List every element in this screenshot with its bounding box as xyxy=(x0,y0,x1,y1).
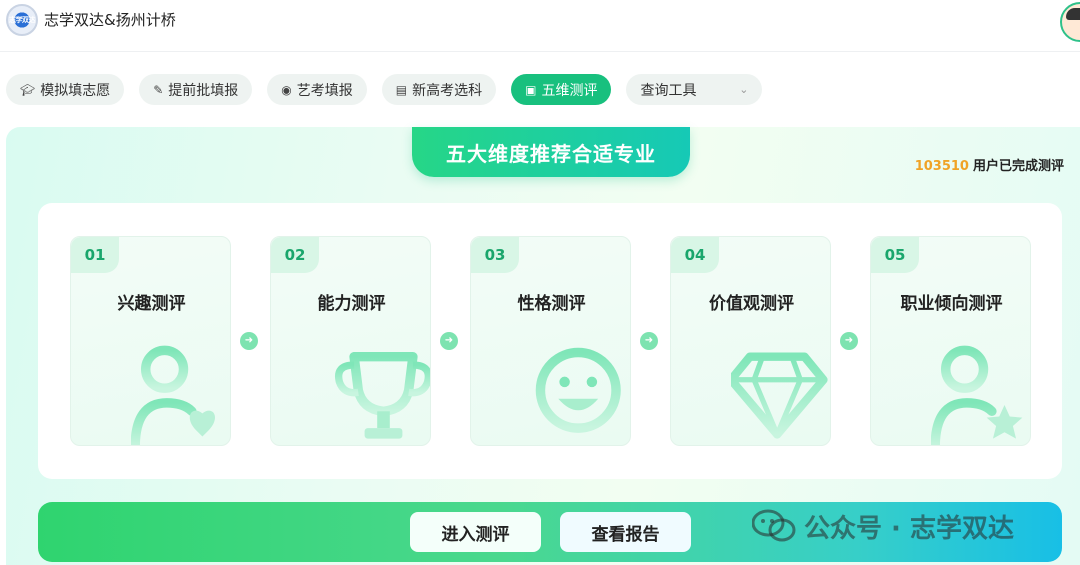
card-number: 01 xyxy=(71,237,119,273)
trophy-icon xyxy=(335,351,430,439)
arrow-right-icon: ➜ xyxy=(440,332,458,350)
completed-count: 103510 用户已完成测评 xyxy=(915,155,1064,174)
app-header: 志学双达 志学双达&扬州计桥 xyxy=(0,0,1080,52)
bookmark-icon: ▣ xyxy=(525,82,537,97)
watermark: 公众号 · 志学双达 xyxy=(752,506,1014,546)
cards-container: 01 兴趣测评 ➜ 02 能力测评 ➜ 03 性格测评 ➜ 04 价值观测评 ➜… xyxy=(38,203,1062,479)
nav-tabs: 🎓︎ 模拟填志愿 ✎ 提前批填报 ◉ 艺考填报 ▤ 新高考选科 ▣ 五维测评 查… xyxy=(6,74,763,105)
completed-number: 103510 xyxy=(914,159,969,174)
checklist-icon: ▤ xyxy=(395,82,408,97)
card-number: 04 xyxy=(671,237,719,273)
banner-title: 五大维度推荐合适专业 xyxy=(412,127,690,177)
action-bar: 进入测评 查看报告 公众号 · 志学双达 xyxy=(38,502,1062,562)
completed-text: 用户已完成测评 xyxy=(972,159,1064,174)
tab-label: 新高考选科 xyxy=(412,82,483,99)
view-report-button[interactable]: 查看报告 xyxy=(560,512,691,552)
card-number: 03 xyxy=(471,237,519,273)
tab-mock-application[interactable]: 🎓︎ 模拟填志愿 xyxy=(6,74,125,105)
arrow-right-icon: ➜ xyxy=(240,332,258,350)
tab-label: 模拟填志愿 xyxy=(40,82,111,99)
smiley-face-icon xyxy=(535,347,621,433)
card-label: 性格测评 xyxy=(517,294,586,314)
card-ability[interactable]: 02 能力测评 xyxy=(270,236,431,446)
tab-label: 艺考填报 xyxy=(296,82,353,99)
tab-early-batch[interactable]: ✎ 提前批填报 xyxy=(139,74,253,105)
tab-five-dimension[interactable]: ▣ 五维测评 xyxy=(511,74,612,105)
tab-subject-selection[interactable]: ▤ 新高考选科 xyxy=(381,74,497,105)
avatar[interactable] xyxy=(1060,2,1080,42)
arrow-right-icon: ➜ xyxy=(840,332,858,350)
tab-label: 查询工具 xyxy=(640,82,697,99)
enter-assessment-button[interactable]: 进入测评 xyxy=(410,512,541,552)
card-personality[interactable]: 03 性格测评 xyxy=(470,236,631,446)
chevron-down-icon: ⌄ xyxy=(739,83,749,96)
card-label: 兴趣测评 xyxy=(117,294,186,314)
tab-label: 提前批填报 xyxy=(168,82,239,99)
card-interest[interactable]: 01 兴趣测评 xyxy=(70,236,231,446)
card-label: 价值观测评 xyxy=(709,294,794,314)
tab-label: 五维测评 xyxy=(541,82,598,99)
card-label: 能力测评 xyxy=(317,294,386,314)
diamond-icon xyxy=(731,352,828,439)
app-title: 志学双达&扬州计桥 xyxy=(44,11,176,29)
user-star-icon xyxy=(931,345,1023,445)
card-number: 02 xyxy=(271,237,319,273)
card-number: 05 xyxy=(871,237,919,273)
tab-art-exam[interactable]: ◉ 艺考填报 xyxy=(267,74,367,105)
graduation-cap-icon: 🎓︎ xyxy=(20,82,36,97)
card-label: 职业倾向测评 xyxy=(900,294,1003,314)
logo-text: 志学双达 xyxy=(9,16,36,24)
card-career[interactable]: 05 职业倾向测评 xyxy=(870,236,1031,446)
arrow-right-icon: ➜ xyxy=(640,332,658,350)
app-logo[interactable]: 志学双达 xyxy=(6,4,38,36)
card-values[interactable]: 04 价值观测评 xyxy=(670,236,831,446)
tab-query-tools[interactable]: 查询工具 ⌄ xyxy=(626,74,763,105)
user-heart-icon xyxy=(131,345,216,445)
watermark-text: 公众号 · 志学双达 xyxy=(804,513,1014,544)
edit-document-icon: ✎ xyxy=(153,82,164,97)
palette-icon: ◉ xyxy=(281,82,292,97)
wechat-icon xyxy=(752,509,796,542)
